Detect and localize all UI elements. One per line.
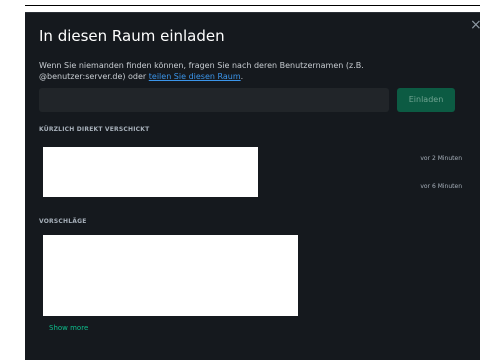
- invite-search-input[interactable]: [39, 88, 389, 112]
- dialog-info: Wenn Sie niemanden finden können, fragen…: [39, 60, 439, 82]
- top-divider: [25, 5, 480, 6]
- dialog-title: In diesen Raum einladen: [39, 27, 225, 45]
- recent-time-2: vor 6 Minuten: [420, 183, 462, 190]
- recent-time-1: vor 2 Minuten: [420, 155, 462, 162]
- show-more-button[interactable]: Show more: [49, 324, 88, 332]
- info-suffix: .: [240, 72, 244, 81]
- suggestions-header: VORSCHLÄGE: [39, 218, 87, 225]
- invite-button[interactable]: Einladen: [397, 88, 455, 112]
- recent-list-redacted: [43, 147, 258, 197]
- close-icon[interactable]: ×: [470, 18, 480, 32]
- recent-header: KÜRZLICH DIREKT VERSCHICKT: [39, 126, 150, 133]
- share-room-link[interactable]: teilen Sie diesen Raum: [149, 72, 241, 81]
- invite-dialog: In diesen Raum einladen Wenn Sie niemand…: [25, 12, 480, 360]
- suggestions-list-redacted: [43, 235, 298, 316]
